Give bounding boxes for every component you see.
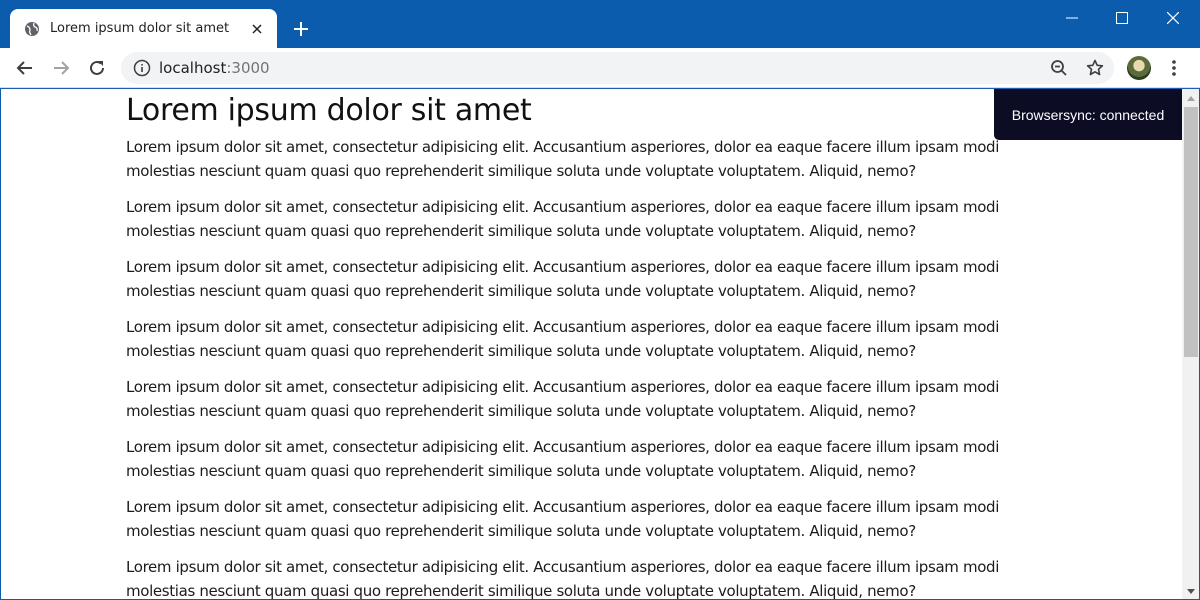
browser-tab[interactable]: Lorem ipsum dolor sit amet (10, 9, 277, 48)
forward-icon (54, 61, 70, 75)
maximize-button[interactable] (1097, 0, 1147, 36)
plus-icon (294, 22, 308, 36)
url-host: localhost (159, 59, 227, 77)
page-content: Lorem ipsum dolor sit amet Lorem ipsum d… (126, 89, 1066, 600)
browser-toolbar: localhost:3000 (0, 48, 1200, 88)
paragraph: Lorem ipsum dolor sit amet, consectetur … (126, 558, 1000, 600)
page-title: Lorem ipsum dolor sit amet (126, 93, 532, 128)
forward-button[interactable] (47, 54, 75, 82)
paragraph: Lorem ipsum dolor sit amet, consectetur … (126, 498, 1000, 540)
paragraph: Lorem ipsum dolor sit amet, consectetur … (126, 258, 1000, 300)
reload-button[interactable] (83, 54, 111, 82)
avatar[interactable] (1127, 56, 1151, 80)
chevron-down-icon (1187, 588, 1195, 594)
bookmark-button[interactable] (1083, 56, 1107, 80)
scroll-down-button[interactable] (1182, 583, 1199, 599)
maximize-icon (1116, 12, 1128, 24)
chevron-up-icon (1187, 95, 1195, 101)
address-bar[interactable]: localhost:3000 (121, 52, 1114, 84)
window-close-button[interactable] (1148, 0, 1198, 36)
back-icon (16, 61, 32, 75)
paragraph: Lorem ipsum dolor sit amet, consectetur … (126, 318, 1000, 360)
reload-icon (90, 60, 104, 75)
zoom-button[interactable] (1047, 56, 1071, 80)
close-icon[interactable] (249, 21, 265, 37)
scroll-up-button[interactable] (1182, 89, 1199, 106)
menu-button[interactable] (1162, 56, 1186, 80)
minimize-icon (1066, 17, 1078, 19)
vertical-scrollbar[interactable] (1182, 89, 1199, 599)
scrollbar-thumb[interactable] (1184, 107, 1198, 357)
zoom-icon (1051, 60, 1067, 76)
url-port: :3000 (226, 59, 270, 77)
globe-icon (24, 21, 40, 37)
browsersync-notification: Browsersync: connected (994, 89, 1182, 140)
paragraph: Lorem ipsum dolor sit amet, consectetur … (126, 378, 1000, 420)
back-button[interactable] (11, 54, 39, 82)
minimize-button[interactable] (1047, 0, 1097, 36)
star-icon (1086, 59, 1104, 76)
paragraph: Lorem ipsum dolor sit amet, consectetur … (126, 438, 1000, 480)
paragraph: Lorem ipsum dolor sit amet, consectetur … (126, 198, 1000, 240)
tab-title: Lorem ipsum dolor sit amet (50, 21, 230, 36)
new-tab-button[interactable] (288, 16, 314, 42)
info-icon[interactable] (133, 59, 151, 77)
page-viewport: Lorem ipsum dolor sit amet Lorem ipsum d… (0, 89, 1200, 600)
menu-icon (1172, 60, 1176, 76)
title-bar: Lorem ipsum dolor sit amet (0, 0, 1200, 48)
paragraph: Lorem ipsum dolor sit amet, consectetur … (126, 138, 1000, 180)
close-icon (1167, 12, 1179, 24)
